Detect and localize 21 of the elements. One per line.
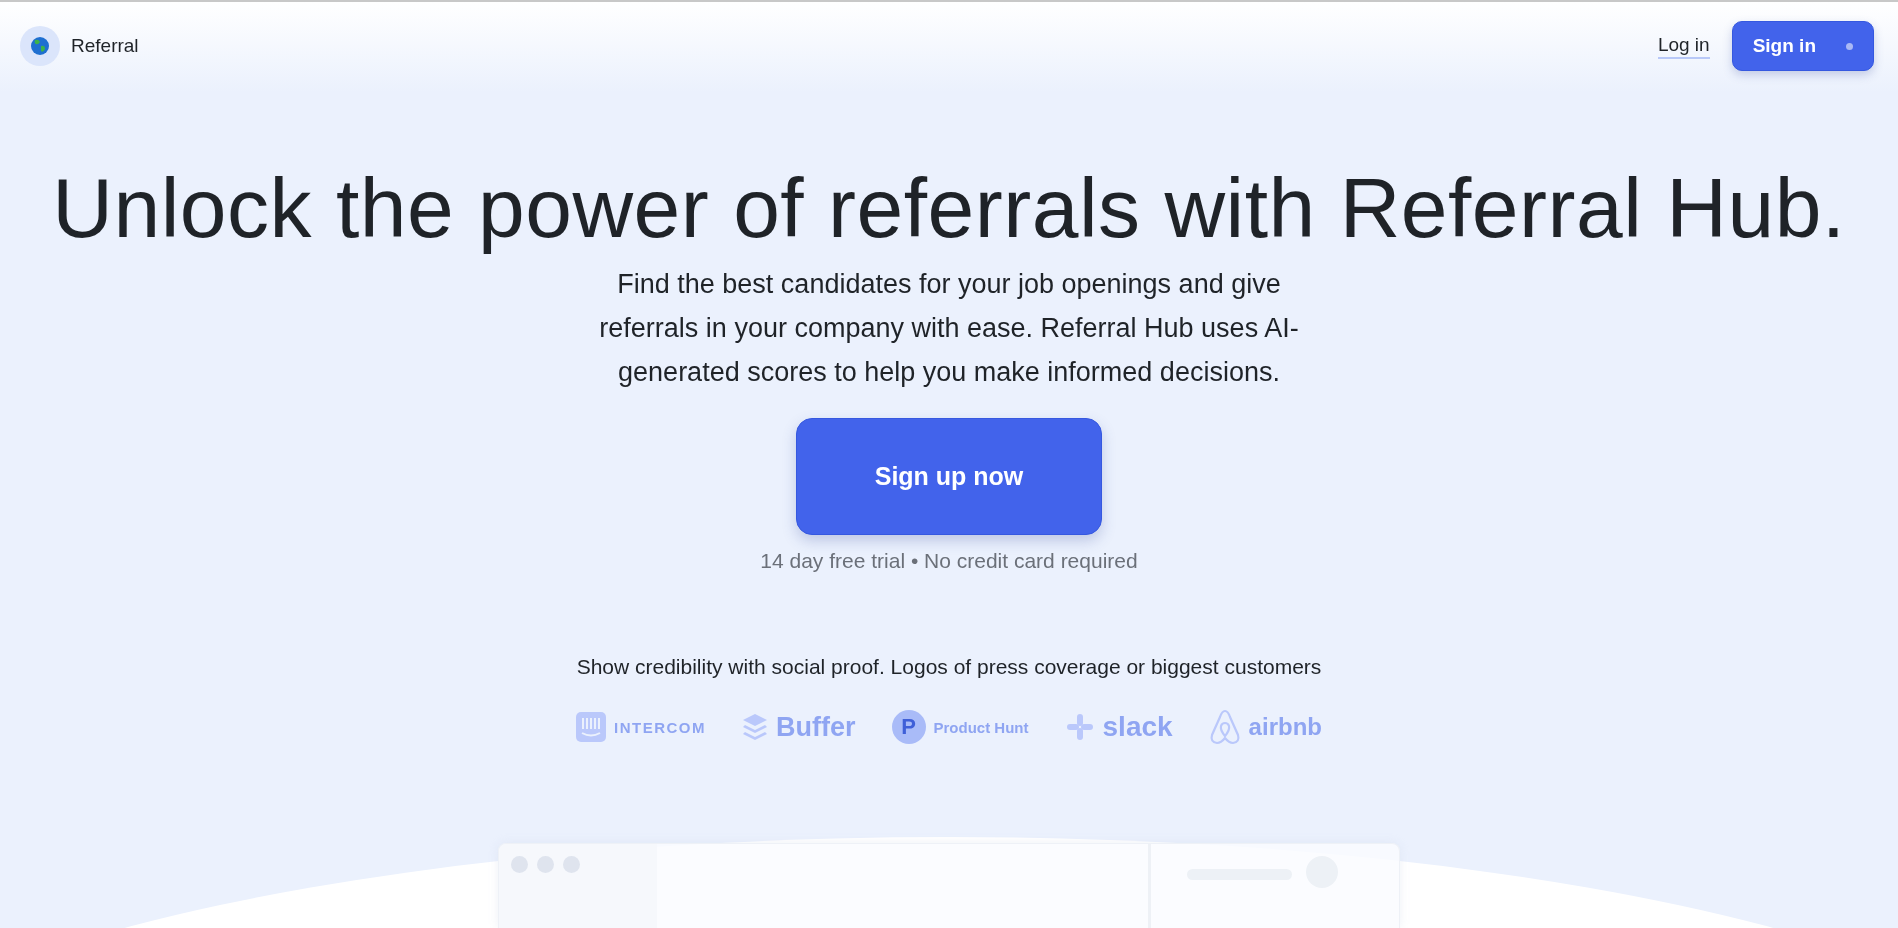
brand-name: Referral [71, 35, 139, 57]
logo-wordmark: Product Hunt [933, 718, 1029, 736]
sign-in-button[interactable]: Sign in [1731, 21, 1874, 71]
dot-icon [1846, 42, 1853, 50]
trial-note: 14 day free trial • No credit card required [760, 549, 1138, 574]
logo-wordmark: airbnb [1248, 713, 1322, 742]
social-proof-caption: Show credibility with social proof. Logos of press coverage or biggest customers [576, 655, 1322, 680]
globe-icon [30, 36, 50, 56]
airbnb-logo-icon [1208, 709, 1241, 746]
intercom-logo-icon [576, 712, 607, 743]
logo-wordmark: Buffer [776, 711, 856, 743]
logo-badge[interactable] [20, 26, 60, 66]
lead-paragraph: Find the best candidates for your job openings and give referrals in your company with ease. Referral Hub uses AI-generated scores to help you make informed decisions. [598, 268, 1300, 390]
slack-logo-icon [1064, 712, 1095, 743]
product-hunt-logo-icon: P [891, 710, 926, 745]
layers-icon [742, 712, 769, 743]
logo-wordmark: slack [1102, 711, 1173, 744]
sign-up-button[interactable]: Sign up now [796, 418, 1102, 536]
logo-wordmark: INTERCOM [614, 718, 707, 736]
log-in-link[interactable]: Log in [1657, 33, 1710, 59]
headline: Unlock the power of referrals with Referral Hub. [52, 162, 1846, 255]
